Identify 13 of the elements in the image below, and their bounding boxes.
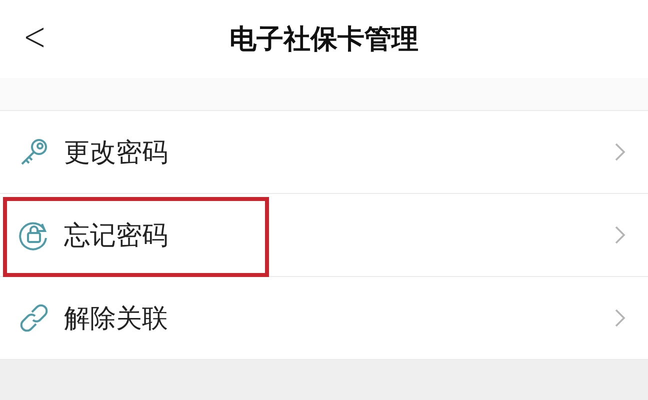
menu-label: 忘记密码: [64, 220, 169, 252]
refresh-lock-icon: [18, 219, 50, 251]
link-icon: [18, 302, 50, 334]
back-button[interactable]: <: [23, 14, 46, 60]
chevron-right-icon: [614, 142, 626, 162]
menu-label: 更改密码: [64, 136, 169, 170]
page-title: 电子社保卡管理: [230, 23, 418, 57]
menu-item[interactable]: 更改密码: [0, 110, 648, 194]
menu-item[interactable]: 解除关联: [0, 277, 648, 360]
chevron-right-icon: [614, 308, 626, 328]
menu-label: 解除关联: [64, 302, 169, 336]
menu-item[interactable]: 忘记密码: [0, 194, 648, 277]
chevron-right-icon: [614, 225, 626, 245]
